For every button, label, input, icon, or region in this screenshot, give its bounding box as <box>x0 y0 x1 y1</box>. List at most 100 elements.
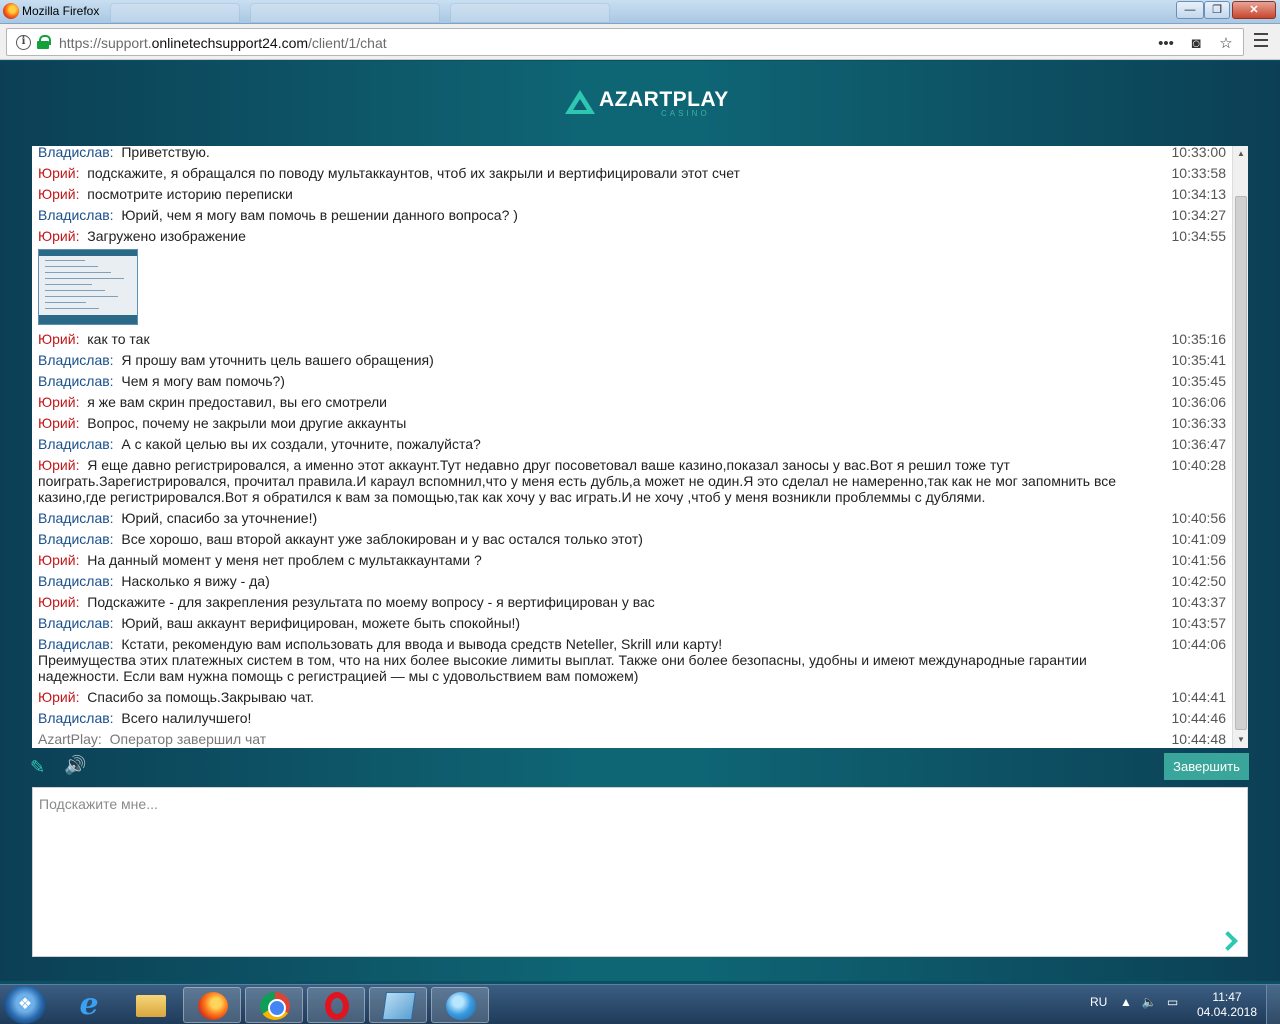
chat-message: Владислав: Чем я могу вам помочь?) 10:35:… <box>32 371 1232 392</box>
sound-speaker-icon[interactable]: 🔊 <box>64 755 86 775</box>
chat-message: Юрий: Спасибо за помощь.Закрываю чат. 10:… <box>32 687 1232 708</box>
attach-paperclip-icon[interactable]: ✎ <box>30 757 50 777</box>
end-chat-button[interactable]: Завершить <box>1164 753 1249 780</box>
message-author: Юрий: <box>38 415 80 431</box>
azartplay-logo: AZARTPLAY CASINO <box>565 86 728 120</box>
chat-message: Владислав: Юрий, ваш аккаунт верифициров… <box>32 613 1232 634</box>
message-timestamp: 10:34:55 <box>1171 228 1227 244</box>
message-author: Владислав: <box>38 710 114 726</box>
language-indicator[interactable]: RU <box>1090 995 1107 1009</box>
chat-scrollbar[interactable]: ▲ ▼ <box>1232 146 1248 748</box>
opera-icon <box>325 992 349 1020</box>
taskbar-network[interactable] <box>431 987 489 1023</box>
pocket-icon[interactable]: ◙ <box>1187 35 1205 52</box>
bookmark-star-icon[interactable]: ☆ <box>1217 34 1235 52</box>
maximize-button[interactable]: ❐ <box>1204 1 1230 19</box>
firefox-taskbar-icon <box>198 992 228 1020</box>
more-actions-icon[interactable]: ••• <box>1157 35 1175 52</box>
message-timestamp: 10:34:27 <box>1171 207 1227 223</box>
send-arrow-icon[interactable] <box>1221 932 1235 950</box>
chat-history[interactable]: Владислав: Приветствую. 10:33:00 Юрий: под… <box>32 146 1248 748</box>
close-button[interactable]: ✕ <box>1232 1 1276 19</box>
message-timestamp: 10:35:45 <box>1171 373 1227 389</box>
message-author: Юрий: <box>38 394 80 410</box>
show-desktop-button[interactable] <box>1266 985 1280 1024</box>
message-author: Владислав: <box>38 573 114 589</box>
message-timestamp: 10:44:46 <box>1171 710 1227 726</box>
taskbar-firefox[interactable] <box>183 987 241 1023</box>
message-text: Спасибо за помощь.Закрываю чат. <box>87 689 315 705</box>
message-timestamp: 10:44:41 <box>1171 689 1227 705</box>
start-button[interactable] <box>4 986 46 1024</box>
message-timestamp: 10:41:56 <box>1171 552 1227 568</box>
network-icon[interactable]: ▭ <box>1167 995 1178 1009</box>
chat-message: Владислав: Я прошу вам уточнить цель ваш… <box>32 350 1232 371</box>
taskbar-explorer[interactable] <box>122 987 180 1023</box>
chat-message: Юрий: посмотрите историю переписки 10:34:… <box>32 184 1232 205</box>
minimize-button[interactable]: — <box>1176 1 1204 19</box>
message-timestamp: 10:36:33 <box>1171 415 1227 431</box>
message-input[interactable] <box>33 788 1247 956</box>
message-timestamp: 10:33:00 <box>1171 146 1227 160</box>
message-author: Юрий: <box>38 331 80 347</box>
taskbar-opera[interactable] <box>307 987 365 1023</box>
chat-message: Владислав: Юрий, спасибо за уточнение!) 1… <box>32 508 1232 529</box>
url-text[interactable]: https://support.onlinetechsupport24.com/… <box>59 35 387 51</box>
message-text: Насколько я вижу - да) <box>121 573 270 589</box>
logo-subtext: CASINO <box>661 109 710 118</box>
message-list: Владислав: Приветствую. 10:33:00 Юрий: под… <box>32 146 1232 748</box>
message-author: AzartPlay: <box>38 731 102 747</box>
ghost-tabs <box>110 3 1010 23</box>
message-text: А с какой целью вы их создали, уточните,… <box>121 436 481 452</box>
windows-taskbar: e RU ▲ 🔈 ▭ 11:47 04.04.2018 <box>0 984 1280 1024</box>
taskbar-notepad[interactable] <box>369 987 427 1023</box>
message-timestamp: 10:44:48 <box>1171 731 1227 747</box>
message-text: подскажите, я обращался по поводу мульта… <box>87 165 740 181</box>
message-timestamp: 10:36:06 <box>1171 394 1227 410</box>
chat-message: Юрий: На данный момент у меня нет пробле… <box>32 550 1232 571</box>
message-timestamp: 10:35:41 <box>1171 352 1227 368</box>
chat-message: Владислав: Насколько я вижу - да) 10:42:5… <box>32 571 1232 592</box>
message-author: Юрий: <box>38 165 80 181</box>
message-author: Владислав: <box>38 510 114 526</box>
internet-explorer-icon: e <box>79 987 99 1022</box>
message-timestamp: 10:36:47 <box>1171 436 1227 452</box>
globe-icon <box>446 992 476 1020</box>
chat-message: Юрий: Загружено изображение 10:34:55 <box>32 226 1232 247</box>
taskbar-clock[interactable]: 11:47 04.04.2018 <box>1196 990 1258 1020</box>
folder-icon <box>136 995 166 1017</box>
clock-date: 04.04.2018 <box>1196 1005 1258 1019</box>
taskbar-chrome[interactable] <box>245 987 303 1023</box>
info-icon[interactable]: i <box>16 35 31 50</box>
message-input-box[interactable] <box>32 787 1248 957</box>
lock-icon[interactable] <box>37 35 51 49</box>
message-author: Владислав: <box>38 436 114 452</box>
scroll-up-icon[interactable]: ▲ <box>1233 146 1248 162</box>
chat-message: Юрий: я же вам скрин предоставил, вы его… <box>32 392 1232 413</box>
window-title: Mozilla Firefox <box>22 4 100 18</box>
message-text: посмотрите историю переписки <box>87 186 293 202</box>
firefox-icon <box>3 3 19 19</box>
message-author: Юрий: <box>38 552 80 568</box>
scroll-thumb[interactable] <box>1235 196 1247 730</box>
address-bar[interactable]: i https://support.onlinetechsupport24.co… <box>6 28 1244 56</box>
message-author: Юрий: <box>38 689 80 705</box>
hamburger-menu-icon[interactable] <box>1254 33 1268 49</box>
tray-expand-icon[interactable]: ▲ <box>1120 995 1132 1009</box>
uploaded-image-thumbnail[interactable] <box>38 249 138 325</box>
message-timestamp: 10:44:06 <box>1171 636 1227 652</box>
message-author: Владислав: <box>38 146 114 160</box>
chat-message: AzartPlay: Оператор завершил чат 10:44:48 <box>32 729 1232 748</box>
message-text: Всего налилучшего! <box>121 710 252 726</box>
taskbar-ie[interactable]: e <box>60 987 118 1023</box>
volume-icon[interactable]: 🔈 <box>1142 995 1157 1009</box>
chat-message: Владислав: Всего налилучшего! 10:44:46 <box>32 708 1232 729</box>
chat-message: Юрий: Я еще давно регистрировался, а име… <box>32 455 1232 508</box>
chat-message: Владислав: А с какой целью вы их создали… <box>32 434 1232 455</box>
message-text: Я еще давно регистрировался, а именно эт… <box>38 457 1117 505</box>
chat-message: Юрий: подскажите, я обращался по поводу … <box>32 163 1232 184</box>
scroll-down-icon[interactable]: ▼ <box>1233 732 1248 748</box>
message-author: Владислав: <box>38 636 114 652</box>
chrome-icon <box>260 992 290 1020</box>
system-tray: ▲ 🔈 ▭ <box>1120 995 1178 1009</box>
